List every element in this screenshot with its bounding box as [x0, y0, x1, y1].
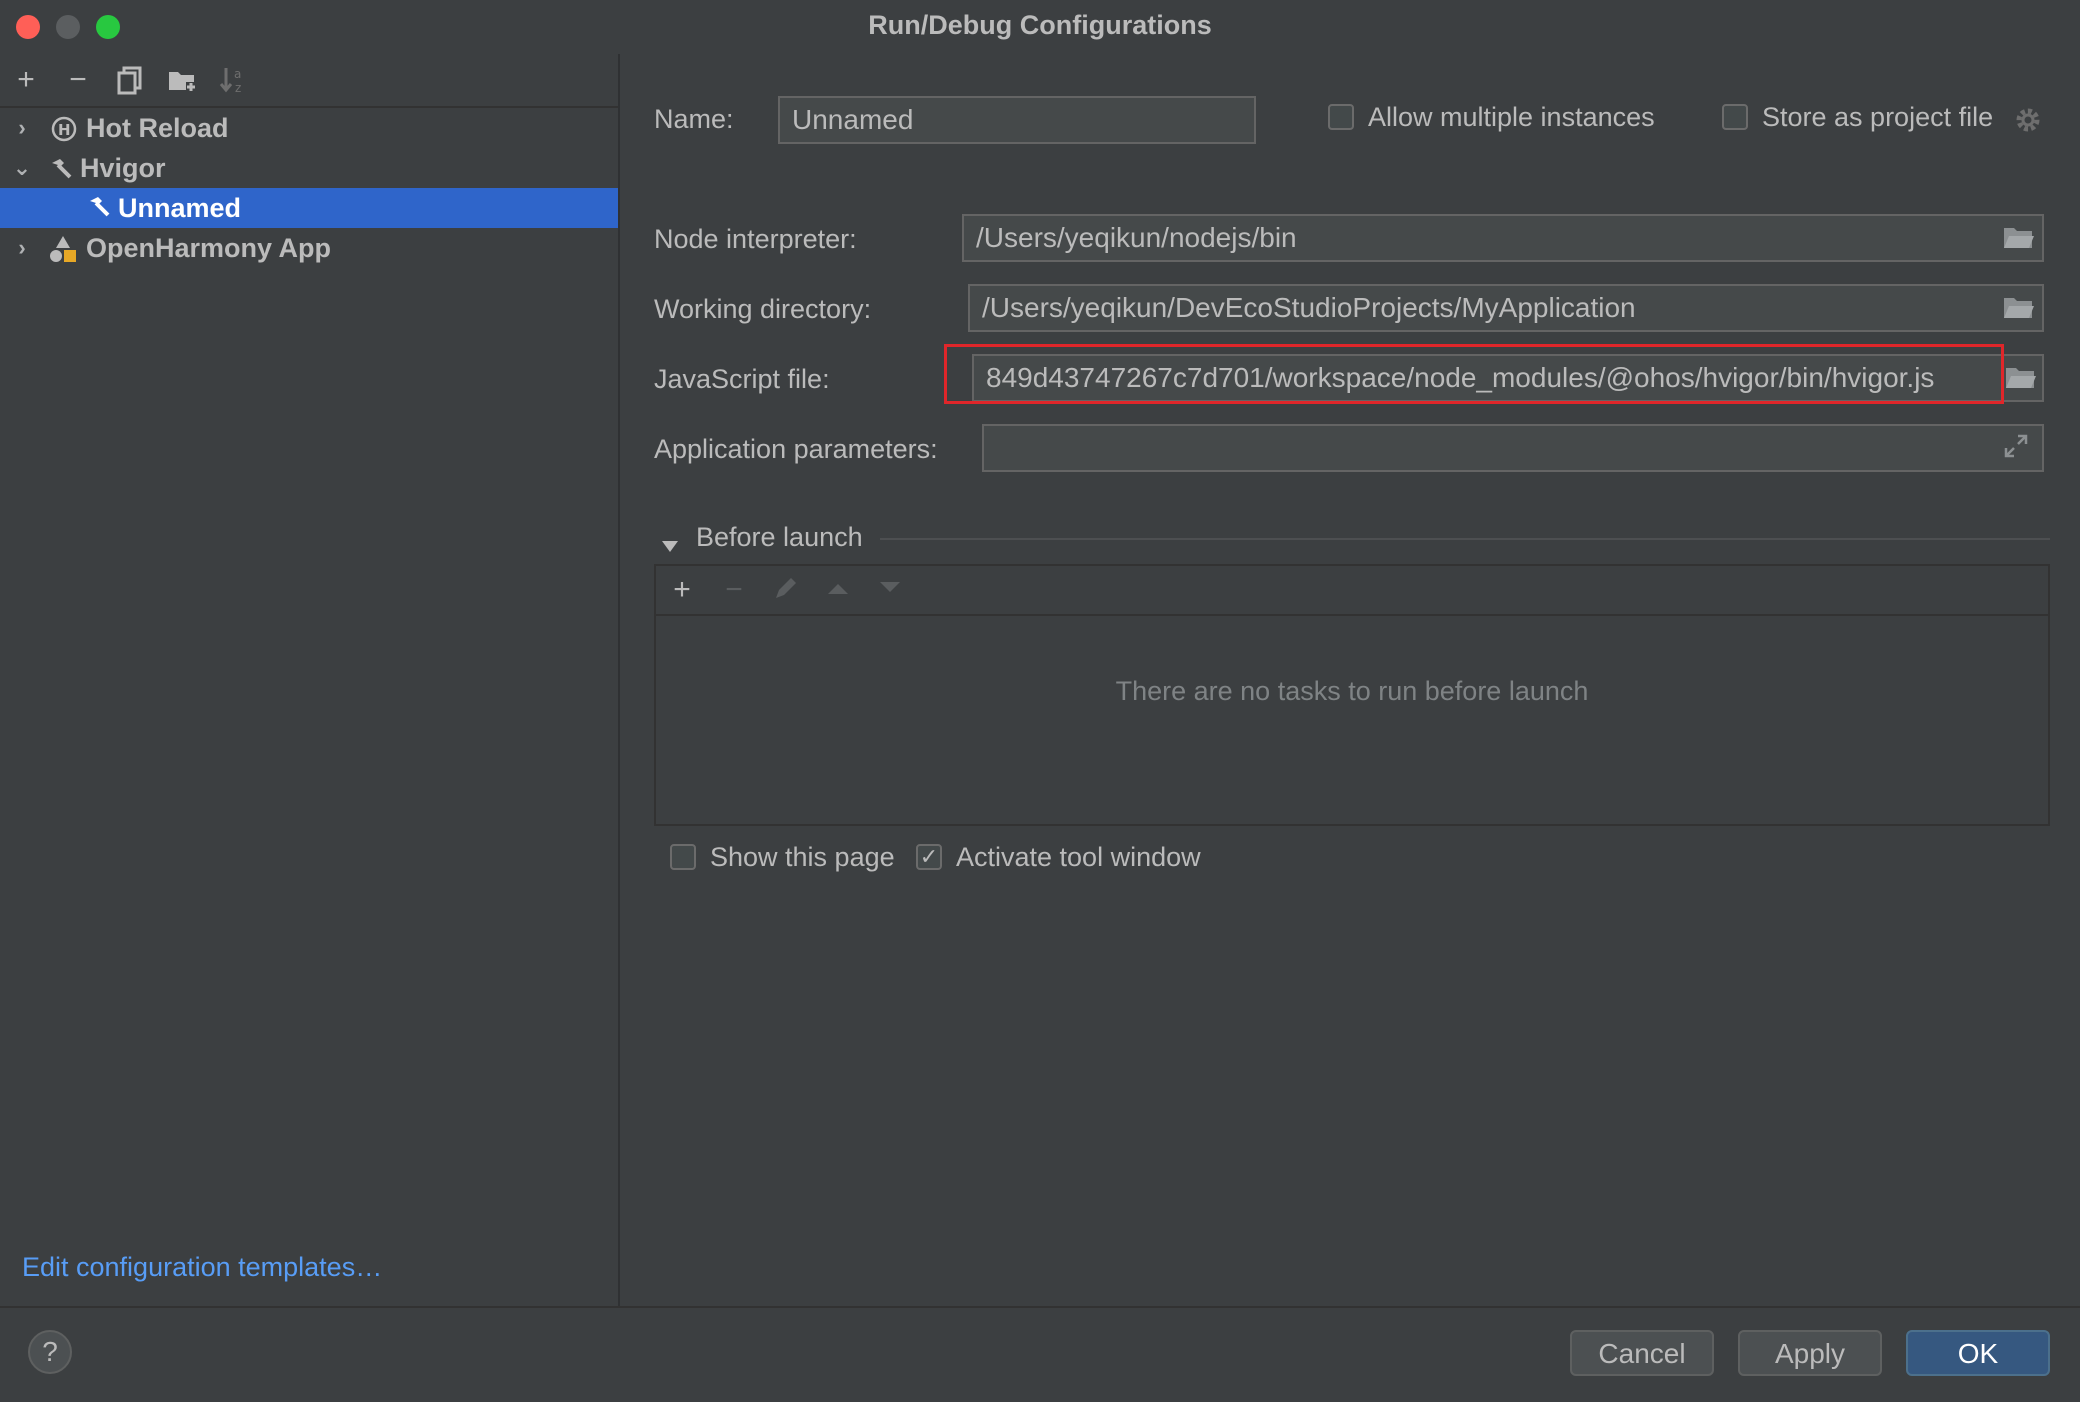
working-directory-field[interactable]: /Users/yeqikun/DevEcoStudioProjects/MyAp…: [968, 284, 2044, 332]
add-icon[interactable]: +: [10, 64, 42, 96]
ok-button[interactable]: OK: [1906, 1330, 2050, 1376]
tree-item-label: Hvigor: [80, 153, 166, 183]
app-icon: [48, 234, 78, 275]
empty-tasks-text: There are no tasks to run before launch: [1115, 676, 1589, 706]
allow-multiple-instances-checkbox[interactable]: [1328, 104, 1354, 130]
remove-task-icon[interactable]: −: [718, 574, 750, 606]
tree-item-label: Hot Reload: [86, 113, 229, 143]
before-launch-toolbar: [656, 566, 2048, 616]
tree-item-openharmony-app[interactable]: › OpenHarmony App: [0, 228, 618, 268]
hammer-icon: [84, 192, 112, 232]
application-parameters-field[interactable]: [982, 424, 2044, 472]
svg-text:a: a: [234, 67, 241, 81]
gear-icon[interactable]: [2014, 106, 2042, 141]
move-up-icon[interactable]: [822, 574, 854, 606]
folder-icon[interactable]: [2000, 294, 2036, 324]
svg-text:z: z: [235, 81, 241, 95]
edit-configuration-templates-link[interactable]: Edit configuration templates…: [22, 1252, 382, 1283]
tree-item-label: Unnamed: [118, 193, 242, 223]
activate-tool-window-label: Activate tool window: [956, 842, 1201, 872]
edit-task-icon[interactable]: [770, 574, 802, 606]
activate-tool-window-checkbox[interactable]: ✓: [916, 844, 942, 870]
apply-button[interactable]: Apply: [1738, 1330, 1882, 1376]
chevron-down-icon[interactable]: ⌄: [12, 157, 32, 179]
store-as-project-file-checkbox[interactable]: [1722, 104, 1748, 130]
cancel-button[interactable]: Cancel: [1570, 1330, 1714, 1376]
folder-add-icon[interactable]: [166, 64, 198, 96]
allow-multiple-instances-label: Allow multiple instances: [1368, 102, 1655, 132]
javascript-file-label: JavaScript file:: [654, 364, 830, 394]
tree-item-label: OpenHarmony App: [86, 233, 332, 263]
add-task-icon[interactable]: +: [666, 574, 698, 606]
before-launch-title: Before launch: [696, 522, 863, 552]
show-this-page-checkbox[interactable]: [670, 844, 696, 870]
highlight-box: [944, 344, 2004, 404]
store-as-project-file-label: Store as project file: [1762, 102, 1994, 132]
show-this-page-label: Show this page: [710, 842, 895, 872]
folder-icon[interactable]: [2002, 364, 2038, 394]
name-label: Name:: [654, 104, 734, 134]
remove-icon[interactable]: −: [62, 64, 94, 96]
section-divider: [880, 538, 2050, 540]
move-down-icon[interactable]: [874, 574, 906, 606]
working-directory-label: Working directory:: [654, 294, 872, 324]
name-field[interactable]: Unnamed: [778, 96, 1256, 144]
expand-icon[interactable]: [2002, 432, 2030, 467]
chevron-right-icon[interactable]: ›: [12, 117, 32, 139]
chevron-right-icon[interactable]: ›: [12, 237, 32, 259]
tree-item-hvigor[interactable]: ⌄ Hvigor: [0, 148, 618, 188]
tree-item-hot-reload[interactable]: › H Hot Reload: [0, 108, 618, 148]
copy-icon[interactable]: [114, 64, 146, 96]
collapse-triangle-icon[interactable]: [660, 530, 680, 561]
help-button[interactable]: ?: [28, 1330, 72, 1374]
folder-icon[interactable]: [2000, 224, 2036, 254]
application-parameters-label: Application parameters:: [654, 434, 938, 464]
sort-icon[interactable]: az: [218, 64, 250, 96]
svg-text:H: H: [58, 121, 71, 139]
node-interpreter-label: Node interpreter:: [654, 224, 857, 254]
window-title: Run/Debug Configurations: [868, 10, 1212, 40]
node-interpreter-field[interactable]: /Users/yeqikun/nodejs/bin: [962, 214, 2044, 262]
tree-item-unnamed[interactable]: Unnamed: [0, 188, 618, 228]
